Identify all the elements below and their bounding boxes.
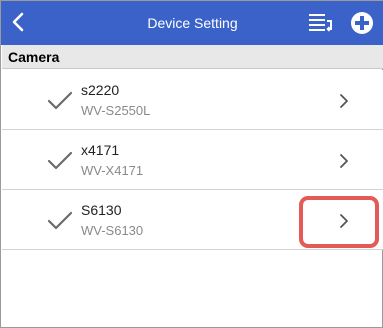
device-list-item[interactable]: S6130 WV-S6130 (2, 190, 383, 250)
add-circle-icon (351, 12, 373, 34)
device-name: S6130 (81, 202, 122, 218)
device-name: s2220 (81, 82, 120, 98)
device-model: WV-S6130 (81, 223, 144, 238)
list-sort-icon (309, 14, 332, 32)
device-name: x4171 (81, 142, 120, 158)
device-list-item[interactable]: s2220 WV-S2550L (2, 70, 383, 130)
chevron-right-icon[interactable] (337, 92, 351, 110)
list-sort-button[interactable] (307, 9, 335, 37)
header-bar: Device Setting (1, 1, 383, 45)
add-device-button[interactable] (350, 11, 374, 35)
chevron-right-icon[interactable] (337, 152, 351, 170)
device-list-item[interactable]: x4171 WV-X4171 (2, 130, 383, 190)
app-frame: Device Setting Camera s2220 WV-S2550L x4… (0, 0, 383, 328)
checkmark-icon (47, 211, 73, 230)
checkmark-icon (47, 91, 73, 110)
device-model: WV-X4171 (81, 163, 144, 178)
chevron-right-icon[interactable] (337, 212, 351, 230)
section-header-camera: Camera (2, 45, 383, 69)
checkmark-icon (47, 151, 73, 170)
device-model: WV-S2550L (81, 103, 151, 118)
